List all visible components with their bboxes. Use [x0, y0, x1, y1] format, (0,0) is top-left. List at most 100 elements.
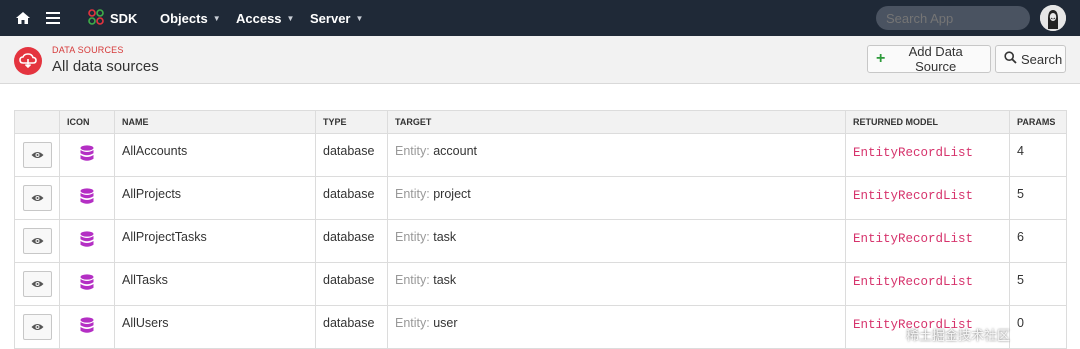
params-cell: 4	[1009, 133, 1067, 177]
column-header-target[interactable]: TARGET	[387, 110, 846, 134]
watermark-text: 稀土掘金技术社区	[906, 328, 1011, 343]
returned-model-cell: EntityRecordList	[845, 133, 1010, 177]
nav-objects[interactable]: Objects ▼	[160, 0, 221, 36]
params-cell: 0	[1009, 305, 1067, 349]
entity-prefix: Entity:	[395, 144, 430, 158]
name-cell[interactable]: AllTasks	[114, 262, 316, 306]
database-icon	[80, 274, 94, 290]
view-button[interactable]	[22, 142, 52, 168]
name-cell[interactable]: AllProjectTasks	[114, 219, 316, 263]
name-cell[interactable]: AllProjects	[114, 176, 316, 220]
view-cell	[14, 262, 60, 306]
eye-icon	[31, 238, 43, 244]
column-header-name[interactable]: NAME	[114, 110, 316, 134]
data-sources-icon	[14, 47, 42, 75]
column-header-returned-model[interactable]: RETURNED MODEL	[845, 110, 1010, 134]
home-icon[interactable]	[12, 7, 34, 29]
returned-model-cell: EntityRecordList	[845, 262, 1010, 306]
sdk-brand[interactable]: SDK	[88, 0, 137, 36]
add-data-source-button[interactable]: + Add Data Source	[867, 44, 991, 74]
column-header-view	[14, 110, 60, 134]
target-value: project	[433, 187, 471, 201]
params-cell: 6	[1009, 219, 1067, 263]
entity-prefix: Entity:	[395, 316, 430, 330]
search-button-label: Search	[1021, 51, 1063, 67]
view-button[interactable]	[22, 314, 52, 340]
sdk-label: SDK	[110, 10, 138, 26]
eye-icon	[31, 281, 43, 287]
target-value: user	[433, 316, 458, 330]
view-button[interactable]	[22, 271, 52, 297]
entity-prefix: Entity:	[395, 273, 430, 287]
type-cell: database	[315, 219, 388, 263]
search-app-input[interactable]	[876, 6, 1030, 30]
view-cell	[14, 219, 60, 263]
search-icon	[1004, 51, 1017, 67]
view-button[interactable]	[22, 228, 52, 254]
eye-icon	[31, 195, 43, 201]
data-sources-table: ICON NAME TYPE TARGET RETURNED MODEL PAR…	[14, 110, 1067, 349]
entity-prefix: Entity:	[395, 187, 430, 201]
type-cell: database	[315, 133, 388, 177]
target-cell: Entity: project	[387, 176, 846, 220]
nav-access[interactable]: Access ▼	[236, 0, 294, 36]
icon-cell	[59, 176, 115, 220]
icon-cell	[59, 219, 115, 263]
target-cell: Entity: task	[387, 262, 846, 306]
chevron-down-icon: ▼	[355, 13, 364, 23]
target-cell: Entity: account	[387, 133, 846, 177]
type-cell: database	[315, 176, 388, 220]
plus-icon: +	[876, 50, 886, 67]
top-navbar: SDK Objects ▼ Access ▼ Server ▼	[0, 0, 1080, 36]
table-row: AllProjectTasks database Entity: task En…	[14, 219, 1067, 263]
column-header-icon: ICON	[59, 110, 115, 134]
search-button[interactable]: Search	[995, 45, 1066, 73]
avatar[interactable]	[1040, 5, 1066, 31]
icon-cell	[59, 262, 115, 306]
view-button[interactable]	[22, 185, 52, 211]
icon-cell	[59, 133, 115, 177]
view-cell	[14, 176, 60, 220]
table-row: AllProjects database Entity: project Ent…	[14, 176, 1067, 220]
page-header: DATA SOURCES All data sources + Add Data…	[0, 36, 1080, 84]
hamburger-menu-icon[interactable]	[42, 7, 64, 29]
entity-prefix: Entity:	[395, 230, 430, 244]
type-cell: database	[315, 305, 388, 349]
params-cell: 5	[1009, 176, 1067, 220]
eye-icon	[31, 324, 43, 330]
chevron-down-icon: ▼	[212, 13, 221, 23]
sdk-logo-icon	[88, 8, 104, 28]
database-icon	[80, 317, 94, 333]
returned-model-cell: EntityRecordList	[845, 219, 1010, 263]
chevron-down-icon: ▼	[286, 13, 295, 23]
page-subtitle: DATA SOURCES	[52, 45, 124, 55]
icon-cell	[59, 305, 115, 349]
database-icon	[80, 188, 94, 204]
params-cell: 5	[1009, 262, 1067, 306]
nav-server[interactable]: Server ▼	[310, 0, 363, 36]
column-header-type[interactable]: TYPE	[315, 110, 388, 134]
name-cell[interactable]: AllAccounts	[114, 133, 316, 177]
database-icon	[80, 231, 94, 247]
name-cell[interactable]: AllUsers	[114, 305, 316, 349]
table-header-row: ICON NAME TYPE TARGET RETURNED MODEL PAR…	[14, 110, 1067, 134]
target-value: task	[433, 273, 457, 287]
view-cell	[14, 133, 60, 177]
page-title: All data sources	[52, 58, 159, 75]
nav-objects-label: Objects	[160, 10, 208, 26]
view-cell	[14, 305, 60, 349]
target-cell: Entity: task	[387, 219, 846, 263]
add-data-source-label: Add Data Source	[908, 44, 963, 74]
target-value: task	[433, 230, 457, 244]
target-cell: Entity: user	[387, 305, 846, 349]
database-icon	[80, 145, 94, 161]
table-row: AllTasks database Entity: task EntityRec…	[14, 262, 1067, 306]
table-row: AllAccounts database Entity: account Ent…	[14, 133, 1067, 177]
nav-access-label: Access	[236, 10, 282, 26]
returned-model-cell: EntityRecordList	[845, 176, 1010, 220]
target-value: account	[433, 144, 478, 158]
type-cell: database	[315, 262, 388, 306]
eye-icon	[31, 152, 43, 158]
nav-server-label: Server	[310, 10, 351, 26]
column-header-params[interactable]: PARAMS	[1009, 110, 1067, 134]
